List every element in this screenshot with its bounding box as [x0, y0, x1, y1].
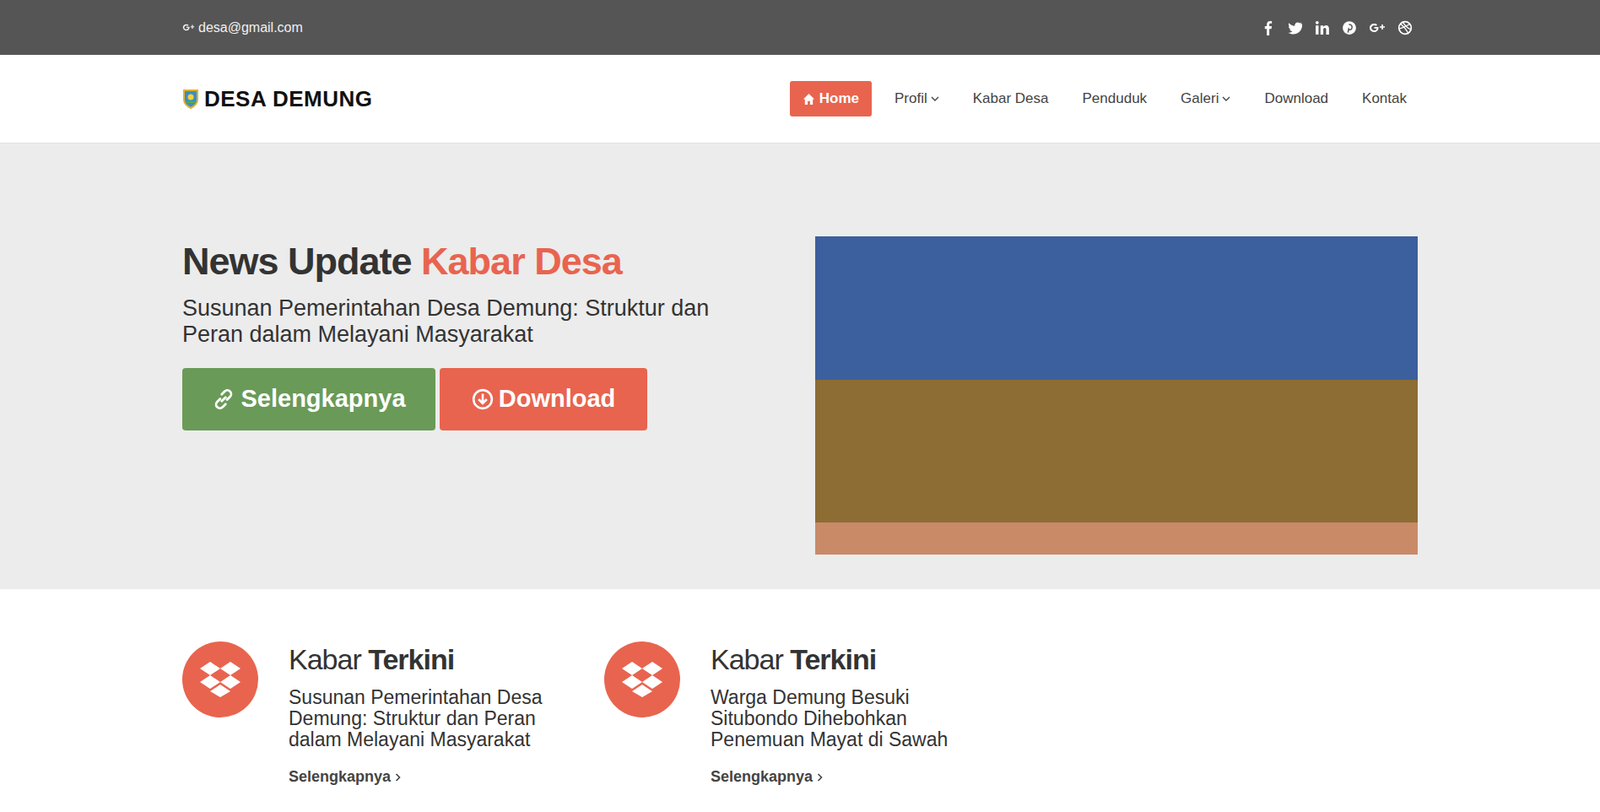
dropbox-icon [620, 659, 665, 699]
chevron-down-icon [1221, 94, 1231, 103]
read-more-link[interactable]: Selengkapnya [710, 765, 990, 789]
top-bar: desa@gmail.com [0, 0, 1600, 55]
read-more-button[interactable]: Selengkapnya [182, 367, 436, 431]
news-card: Kabar TerkiniWarga Demung Besuki Situbon… [604, 641, 1027, 789]
news-section: Kabar TerkiniSusunan Pemerintahan Desa D… [0, 589, 1600, 806]
dropdown-indicator [927, 94, 940, 103]
email-contact[interactable]: desa@gmail.com [182, 17, 303, 38]
social-links [1260, 20, 1418, 36]
hero-photo [815, 236, 1418, 555]
news-card-icon [182, 641, 259, 718]
linkedin-icon[interactable] [1314, 20, 1330, 36]
google-plus-icon [182, 21, 195, 33]
village-emblem-icon [182, 88, 200, 109]
nav-item[interactable]: Penduduk [1071, 81, 1159, 117]
header: DESA DEMUNG Home Profil Kabar Desa Penduduk G… [0, 54, 1600, 143]
hero-banner: News Update Kabar DesaSusunan Pemerintah… [0, 142, 1600, 590]
dropdown-indicator [1218, 94, 1231, 103]
nav-item[interactable]: Kontak [1351, 81, 1418, 117]
read-more-link[interactable]: Selengkapnya [288, 765, 568, 789]
nav-item[interactable]: Profil [883, 81, 951, 117]
dropbox-icon [198, 659, 243, 699]
news-card: Kabar TerkiniSusunan Pemerintahan Desa D… [182, 641, 605, 789]
chevron-right-icon [816, 772, 824, 783]
main-menu: Home Profil Kabar Desa Penduduk Galeri Downlo… [789, 81, 1418, 117]
news-card-icon [604, 641, 681, 718]
nav-item[interactable]: Kabar Desa [962, 81, 1060, 117]
nav-item[interactable]: Home [789, 81, 872, 117]
facebook-icon[interactable] [1260, 20, 1276, 36]
twitter-icon[interactable] [1287, 20, 1303, 36]
download-circle-icon [471, 388, 494, 411]
nav-item[interactable]: Download [1253, 81, 1340, 117]
home-icon [802, 92, 816, 106]
link-icon [211, 387, 236, 411]
google-plus-icon[interactable] [1368, 20, 1386, 36]
dribbble-icon[interactable] [1397, 20, 1413, 36]
logo[interactable]: DESA DEMUNG [182, 82, 373, 116]
chevron-down-icon [930, 94, 940, 103]
hero-text: News Update Kabar DesaSusunan Pemerintah… [182, 236, 773, 431]
chevron-right-icon [394, 772, 402, 783]
pinterest-icon[interactable] [1341, 20, 1357, 36]
download-button[interactable]: Download [439, 367, 648, 431]
nav-item[interactable]: Galeri [1169, 81, 1242, 117]
